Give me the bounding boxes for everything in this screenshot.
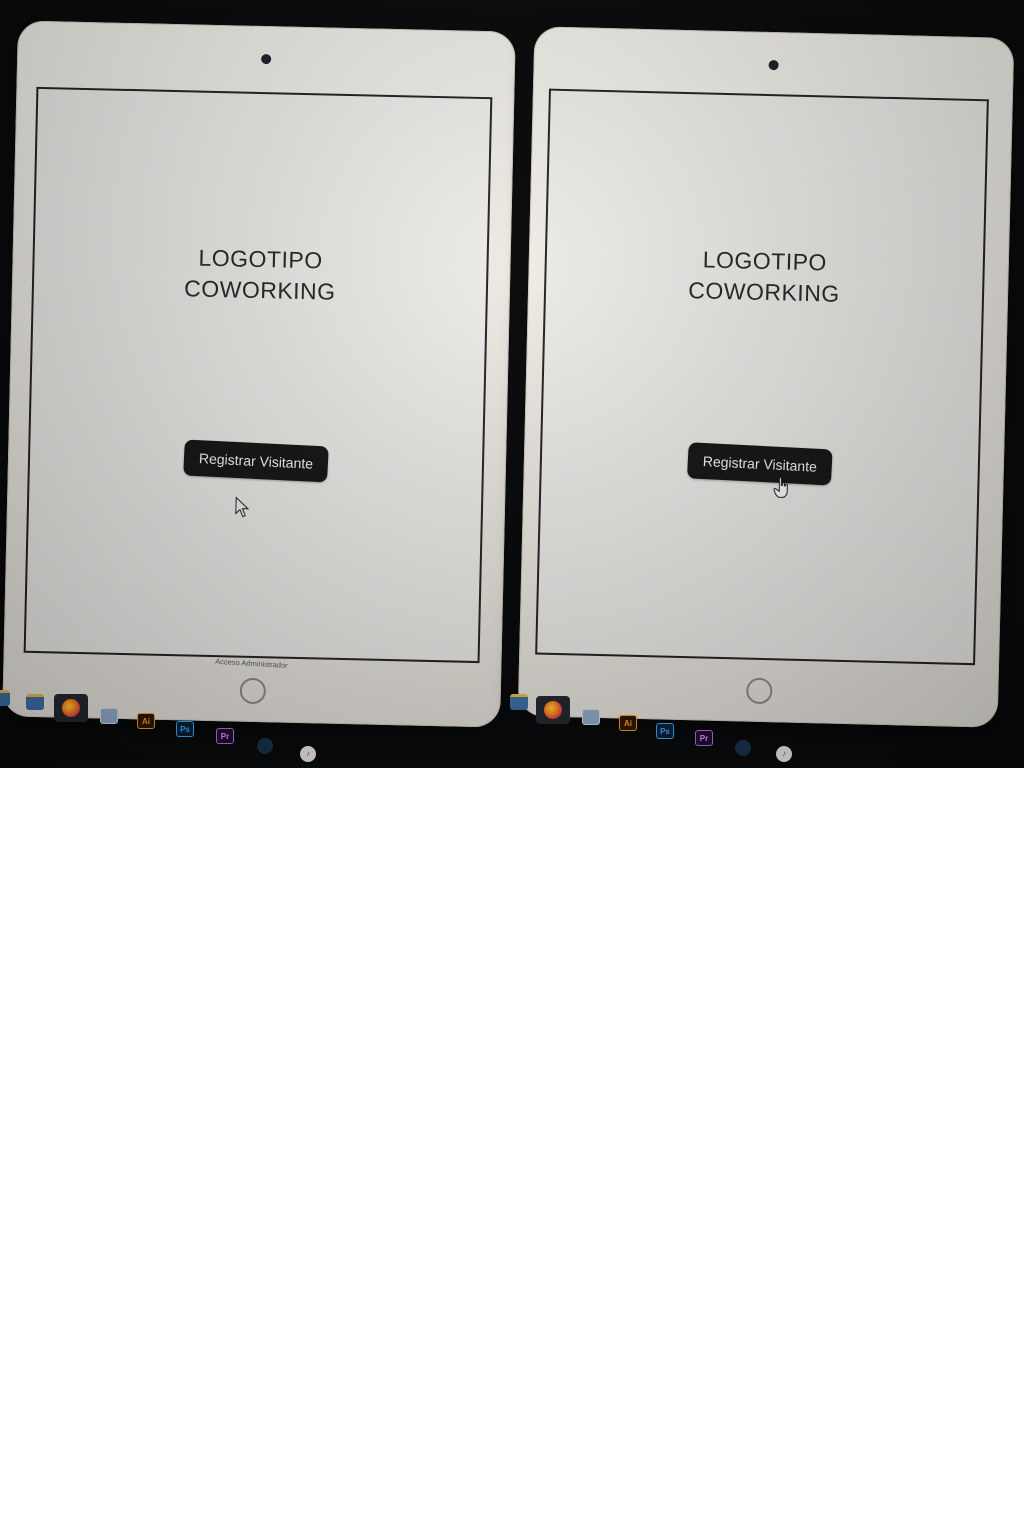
firefox-icon[interactable]: [54, 694, 88, 722]
folder-icon[interactable]: [26, 694, 44, 710]
photoshop-icon[interactable]: Ps: [656, 723, 674, 739]
firefox-logo-icon: [62, 699, 80, 717]
photos-icon[interactable]: [582, 709, 600, 725]
folder-icon[interactable]: [0, 690, 10, 706]
steam-icon[interactable]: [257, 738, 273, 754]
firefox-logo-icon: [544, 701, 562, 719]
hand-cursor-icon: [773, 476, 788, 498]
folder-icon[interactable]: [510, 694, 528, 710]
illustrator-icon[interactable]: Ai: [619, 715, 637, 731]
steam-icon[interactable]: [735, 740, 751, 756]
admin-access-link[interactable]: Acceso Administrador: [215, 657, 288, 670]
premiere-icon[interactable]: Pr: [695, 730, 713, 746]
register-visitor-button[interactable]: Registrar Visitante: [686, 442, 833, 486]
illustrator-icon[interactable]: Ai: [137, 713, 155, 729]
logo-text: LOGOTIPO COWORKING: [34, 239, 487, 311]
itunes-icon[interactable]: ♪: [300, 746, 316, 762]
camera-icon: [261, 53, 272, 65]
photos-icon[interactable]: [100, 708, 118, 724]
home-button[interactable]: [746, 677, 773, 705]
firefox-icon[interactable]: [536, 696, 570, 724]
tablet-screen: LOGOTIPO COWORKING Registrar Visitante: [535, 88, 989, 666]
tablet-left: LOGOTIPO COWORKING Registrar Visitante A…: [2, 20, 516, 728]
register-visitor-button[interactable]: Registrar Visitante: [183, 439, 329, 483]
tablet-right: LOGOTIPO COWORKING Registrar Visitante: [517, 26, 1015, 728]
logo-text: LOGOTIPO COWORKING: [546, 241, 983, 314]
itunes-icon[interactable]: ♪: [776, 746, 792, 762]
home-button[interactable]: [239, 677, 267, 705]
photo-area: LOGOTIPO COWORKING Registrar Visitante A…: [0, 0, 1024, 768]
premiere-icon[interactable]: Pr: [216, 728, 234, 744]
arrow-cursor-icon: [235, 496, 250, 518]
photoshop-icon[interactable]: Ps: [176, 721, 194, 737]
tablet-screen: LOGOTIPO COWORKING Registrar Visitante A…: [23, 86, 493, 670]
camera-icon: [768, 59, 779, 71]
